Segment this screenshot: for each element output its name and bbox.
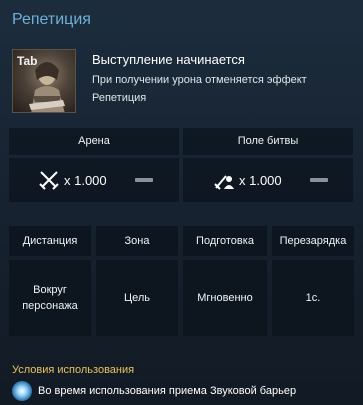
battlefield-label: Поле битвы	[237, 135, 299, 147]
skill-description: При получении урона отменяется эффект Ре…	[92, 74, 307, 104]
stat-header-distance: Дистанция	[9, 226, 91, 256]
stat-value-area-text: Цель	[123, 292, 151, 304]
arena-multiplier-value: x 1.000	[64, 172, 107, 188]
battlefield-multiplier: x 1.000	[214, 161, 282, 199]
stat-value-cooldown: 1с.	[272, 260, 354, 336]
stat-value-cooldown-text: 1с.	[305, 292, 321, 304]
skill-name: Выступление начинается	[92, 52, 245, 67]
battlefield-multiplier-value: x 1.000	[239, 172, 282, 188]
stat-header-cast: Подготовка	[183, 226, 267, 256]
stat-value-distance: Вокруг персонажа	[9, 260, 91, 336]
stat-value-distance-text: Вокруг персонажа	[22, 284, 78, 312]
arena-label: Арена	[78, 135, 110, 147]
condition-item: Во время использования приема Звуковой б…	[12, 381, 296, 401]
stat-header-area: Зона	[96, 226, 178, 256]
stat-label-cooldown: Перезарядка	[279, 235, 347, 247]
arena-dash	[135, 178, 153, 182]
stat-label-distance: Дистанция	[22, 235, 78, 247]
stat-value-cast-text: Мгновенно	[197, 292, 253, 304]
skill-tooltip-title: Репетиция	[12, 11, 91, 28]
skill-icon: Tab	[12, 49, 76, 113]
arena-header: Арена	[9, 128, 179, 155]
stat-value-cast: Мгновенно	[183, 260, 267, 336]
hotkey-label: Tab	[17, 54, 38, 68]
stat-label-area: Зона	[124, 235, 150, 247]
battlefield-header: Поле битвы	[183, 128, 353, 155]
conditions-title: Условия использования	[12, 364, 135, 376]
stat-header-cooldown: Перезарядка	[272, 226, 354, 256]
arena-multiplier: x 1.000	[38, 161, 107, 199]
stat-value-area: Цель	[96, 260, 178, 336]
condition-text: Во время использования приема Звуковой б…	[38, 385, 297, 397]
battlefield-dash	[310, 178, 328, 182]
sword-person-icon	[214, 175, 234, 190]
sound-barrier-icon	[12, 381, 32, 401]
stat-label-cast: Подготовка	[196, 235, 254, 247]
crossed-swords-icon	[39, 171, 59, 190]
